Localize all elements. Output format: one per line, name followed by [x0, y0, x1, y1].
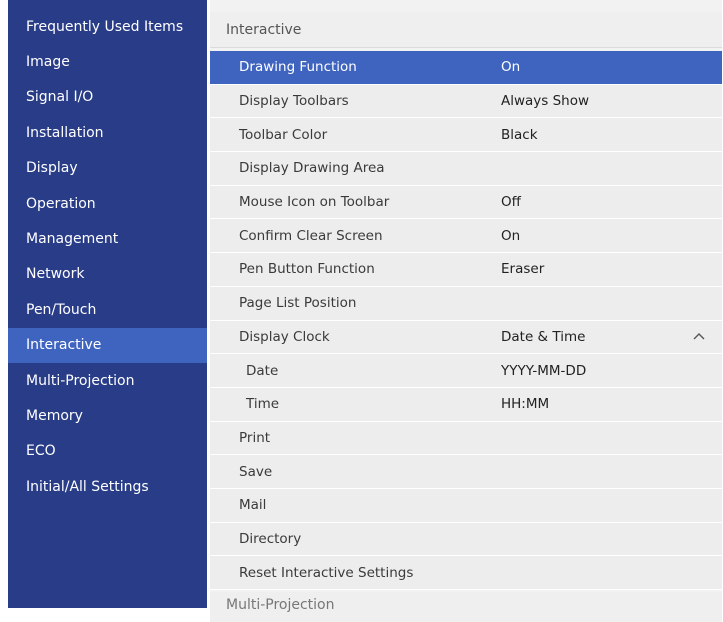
setting-row-directory[interactable]: Directory — [210, 522, 722, 557]
sidebar-item-label: Display — [26, 160, 78, 177]
setting-label: Display Drawing Area — [239, 160, 385, 177]
setting-row-pen-button-function[interactable]: Pen Button Function Eraser — [210, 253, 722, 287]
setting-label: Print — [239, 429, 271, 446]
setting-value: Date & Time — [501, 328, 586, 345]
setting-value: HH:MM — [501, 396, 550, 413]
setting-row-mail[interactable]: Mail — [210, 488, 722, 523]
setting-label: Page List Position — [239, 295, 357, 312]
sidebar-item-label: Memory — [26, 407, 83, 424]
sidebar-item-management[interactable]: Management — [8, 221, 207, 256]
setting-value: Black — [501, 126, 538, 143]
setting-row-print[interactable]: Print — [210, 421, 722, 456]
setting-value: YYYY-MM-DD — [501, 362, 587, 379]
setting-label: Pen Button Function — [239, 261, 375, 278]
setting-value: On — [501, 59, 521, 76]
sidebar-item-signal-i-o[interactable]: Signal I/O — [8, 80, 207, 115]
setting-row-page-list-position[interactable]: Page List Position — [210, 286, 722, 321]
setting-value: Always Show — [501, 93, 590, 110]
setting-row-time[interactable]: Time HH:MM — [210, 387, 722, 422]
setting-label: Drawing Function — [239, 59, 357, 76]
setting-row-display-toolbars[interactable]: Display Toolbars Always Show — [210, 84, 722, 119]
settings-list: Drawing Function On Display Toolbars Always… — [210, 51, 722, 590]
section-title: Interactive — [210, 12, 722, 48]
setting-label: Save — [239, 463, 273, 480]
sidebar: Frequently Used Items Image Signal I/O Inst… — [8, 0, 207, 608]
setting-row-display-drawing-area[interactable]: Display Drawing Area — [210, 152, 722, 186]
sidebar-item-label: Installation — [26, 124, 104, 141]
setting-label: Time — [246, 396, 280, 413]
setting-value: On — [501, 227, 521, 244]
setting-label: Toolbar Color — [239, 126, 328, 143]
next-section-title: Multi-Projection — [210, 592, 722, 622]
sidebar-item-label: Pen/Touch — [26, 301, 97, 318]
sidebar-item-label: Image — [26, 54, 70, 71]
setting-value: Off — [501, 194, 521, 211]
chevron-up-icon[interactable] — [692, 329, 706, 343]
main-panel: Interactive Drawing Function On Display To… — [210, 0, 722, 622]
setting-row-confirm-clear-screen[interactable]: Confirm Clear Screen On — [210, 219, 722, 254]
sidebar-item-label: ECO — [26, 443, 56, 460]
setting-row-date[interactable]: Date YYYY-MM-DD — [210, 354, 722, 388]
sidebar-item-interactive[interactable]: Interactive — [8, 327, 207, 363]
sidebar-item-display[interactable]: Display — [8, 151, 207, 186]
sidebar-item-label: Network — [26, 266, 85, 283]
setting-row-display-clock[interactable]: Display Clock Date & Time — [210, 320, 722, 355]
setting-row-mouse-icon-on-toolbar[interactable]: Mouse Icon on Toolbar Off — [210, 185, 722, 220]
sidebar-item-label: Initial/All Settings — [26, 478, 149, 495]
sidebar-item-network[interactable]: Network — [8, 257, 207, 292]
sidebar-item-label: Frequently Used Items — [26, 18, 184, 35]
sidebar-item-installation[interactable]: Installation — [8, 115, 207, 150]
sidebar-item-frequently-used-items[interactable]: Frequently Used Items — [8, 9, 207, 44]
setting-label: Reset Interactive Settings — [239, 564, 414, 581]
setting-label: Display Clock — [239, 328, 330, 345]
sidebar-item-operation[interactable]: Operation — [8, 186, 207, 221]
setting-label: Display Toolbars — [239, 93, 349, 110]
sidebar-item-multi-projection[interactable]: Multi-Projection — [8, 363, 207, 398]
setting-label: Mouse Icon on Toolbar — [239, 194, 390, 211]
sidebar-item-label: Multi-Projection — [26, 372, 135, 389]
sidebar-item-label: Signal I/O — [26, 89, 94, 106]
sidebar-item-initial-all-settings[interactable]: Initial/All Settings — [8, 469, 207, 504]
sidebar-item-image[interactable]: Image — [8, 44, 207, 79]
sidebar-item-label: Interactive — [26, 337, 102, 354]
sidebar-menu: Frequently Used Items Image Signal I/O Inst… — [8, 0, 207, 504]
setting-row-save[interactable]: Save — [210, 455, 722, 489]
setting-row-drawing-function[interactable]: Drawing Function On — [210, 51, 722, 85]
setting-label: Date — [246, 362, 279, 379]
sidebar-item-label: Operation — [26, 195, 96, 212]
setting-row-reset-interactive-settings[interactable]: Reset Interactive Settings — [210, 556, 722, 590]
setting-label: Mail — [239, 497, 267, 514]
setting-label: Confirm Clear Screen — [239, 227, 383, 244]
setting-value: Eraser — [501, 261, 545, 278]
sidebar-item-pen-touch[interactable]: Pen/Touch — [8, 292, 207, 327]
sidebar-item-label: Management — [26, 231, 119, 248]
sidebar-item-memory[interactable]: Memory — [8, 398, 207, 433]
setting-label: Directory — [239, 530, 302, 547]
sidebar-item-eco[interactable]: ECO — [8, 434, 207, 469]
setting-row-toolbar-color[interactable]: Toolbar Color Black — [210, 118, 722, 153]
